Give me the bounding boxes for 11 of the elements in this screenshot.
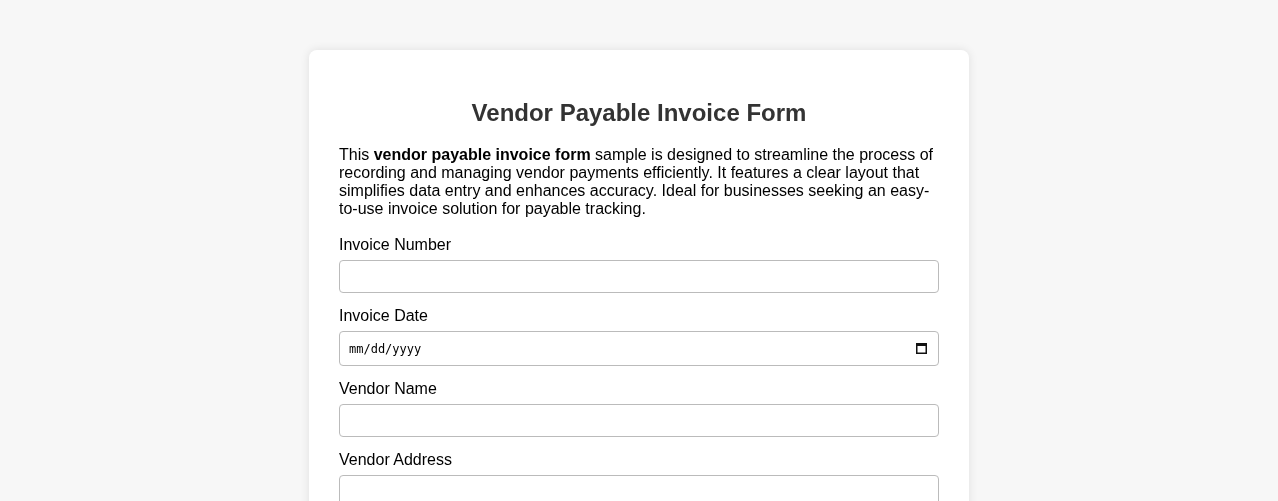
text-input-field[interactable] [339,260,939,293]
form-title: Vendor Payable Invoice Form [470,98,808,128]
date-input-field[interactable]: mm/dd/yyyy [339,331,939,366]
intro-paragraph: This vendor payable invoice form sample is designed to streamline the process of recording and managing vendor payments efficiently. It features a clear layout that simplifies data entry and enhances accuracy. Ideal for businesses seeking an easy-to-use invoice solution for payable tracking. [339,146,935,218]
field-label: Invoice Date [339,307,428,325]
text-input-field[interactable] [339,475,939,501]
field-label: Vendor Address [339,451,452,469]
field-label: Vendor Name [339,380,437,398]
text-input-field[interactable] [339,404,939,437]
calendar-icon[interactable] [916,342,927,354]
field-label: Invoice Number [339,236,452,254]
